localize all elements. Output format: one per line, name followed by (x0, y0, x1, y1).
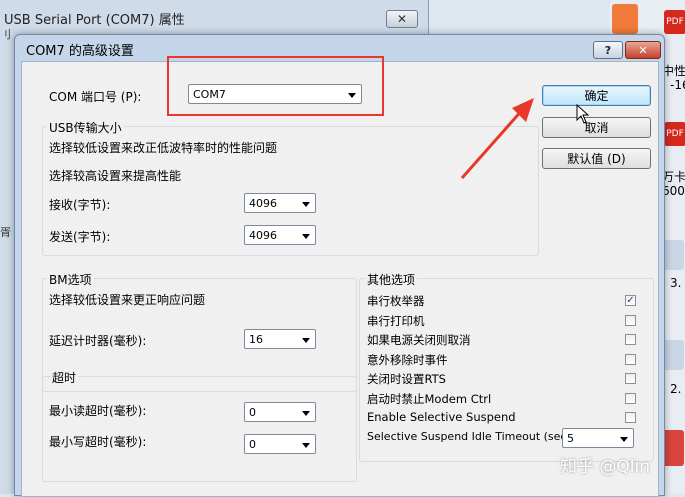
idle-timeout-label: Selective Suspend Idle Timeout (secs): (367, 430, 581, 443)
option-checkbox[interactable] (625, 353, 636, 365)
chevron-down-icon (620, 437, 628, 442)
option-label: 串行枚举器 (367, 294, 425, 308)
idle-timeout-select[interactable]: 5 (562, 428, 634, 448)
option-checkbox[interactable] (625, 373, 636, 384)
close-icon: ✕ (638, 43, 648, 57)
other-options-title: 其他选项 (365, 271, 418, 288)
latency-timer-value: 16 (249, 333, 263, 346)
help-icon: ? (604, 43, 612, 57)
min-read-timeout-select[interactable]: 0 (244, 402, 316, 422)
chevron-down-icon (302, 338, 310, 343)
dialog-body: COM 端口号 (P): COM7 USB传输大小 选择较低设置来改正低波特率时… (21, 61, 659, 497)
option-checkbox[interactable] (625, 314, 636, 326)
option-checkbox[interactable] (625, 412, 636, 423)
receive-label: 接收(字节): (49, 198, 111, 212)
clipped-text: 刂 (0, 28, 11, 41)
chevron-down-icon (302, 411, 310, 416)
clipped-text: 胥 (0, 226, 11, 239)
dialog-title: COM7 的高级设置 (26, 44, 134, 59)
option-checkbox[interactable]: ✓ (625, 295, 636, 306)
option-label: 串行打印机 (367, 313, 425, 328)
desktop-file-label: -16 (670, 78, 685, 92)
defaults-button[interactable]: 默认值 (D) (542, 148, 651, 169)
cancel-button[interactable]: 取消 (542, 117, 651, 138)
min-write-timeout-select[interactable]: 0 (244, 434, 316, 454)
pdf-file-icon[interactable]: PDF (664, 122, 685, 146)
desktop-file-label: 600 (662, 184, 685, 198)
send-label: 发送(字节): (49, 230, 111, 244)
chevron-down-icon (302, 443, 310, 448)
watermark: 知乎 @Qlin (560, 457, 651, 477)
option-label: 意外移除时事件 (367, 352, 448, 367)
option-label: 如果电源关闭则取消 (367, 333, 471, 347)
annotation-arrow-icon (460, 98, 534, 179)
timeouts-title: 超时 (50, 369, 79, 386)
close-icon: ✕ (396, 12, 408, 26)
orange-app-icon[interactable] (612, 4, 638, 34)
option-label: Enable Selective Suspend (367, 410, 516, 424)
ok-button[interactable]: 确定 (542, 85, 651, 106)
desktop-file-label: 万卡 (662, 170, 685, 184)
option-label: 启动时禁止Modem Ctrl (367, 391, 492, 406)
receive-size-select[interactable]: 4096 (244, 193, 316, 213)
receive-size-value: 4096 (249, 197, 277, 210)
usb-transfer-desc-2: 选择较高设置来提高性能 (49, 169, 182, 183)
mouse-pointer-icon (576, 104, 590, 124)
pdf-file-icon[interactable]: PDF (664, 10, 685, 34)
com-port-label: COM 端口号 (P): (49, 90, 142, 104)
properties-close-button[interactable]: ✕ (386, 10, 418, 28)
desktop-file-label: 2. (670, 382, 682, 396)
properties-window-title: USB Serial Port (COM7) 属性 (4, 13, 185, 28)
help-button[interactable]: ? (593, 41, 623, 59)
min-write-timeout-label: 最小写超时(毫秒): (49, 435, 147, 449)
bm-options-title: BM选项 (47, 271, 94, 288)
min-read-timeout-label: 最小读超时(毫秒): (49, 404, 147, 418)
option-checkbox[interactable] (625, 392, 636, 404)
min-write-timeout-value: 0 (249, 438, 256, 451)
option-checkbox[interactable] (625, 334, 636, 345)
highlight-box (167, 56, 384, 116)
idle-timeout-value: 5 (567, 432, 574, 445)
min-read-timeout-value: 0 (249, 406, 256, 419)
desktop-file-label: 3. (670, 276, 682, 290)
desktop-file-label: 中性 (662, 64, 685, 78)
latency-timer-label: 延迟计时器(毫秒): (49, 334, 147, 348)
usb-transfer-desc-1: 选择较低设置来改正低波特率时的性能问题 (49, 141, 278, 155)
latency-timer-select[interactable]: 16 (244, 329, 316, 349)
option-label: 关闭时设置RTS (367, 372, 446, 386)
dialog-close-button[interactable]: ✕ (625, 41, 661, 59)
send-size-value: 4096 (249, 229, 277, 242)
usb-transfer-title: USB传输大小 (47, 119, 124, 136)
bm-options-desc: 选择较低设置来更正响应问题 (49, 293, 206, 307)
timeouts-group (42, 376, 357, 482)
chevron-down-icon (302, 234, 310, 239)
chevron-down-icon (302, 202, 310, 207)
send-size-select[interactable]: 4096 (244, 225, 316, 245)
